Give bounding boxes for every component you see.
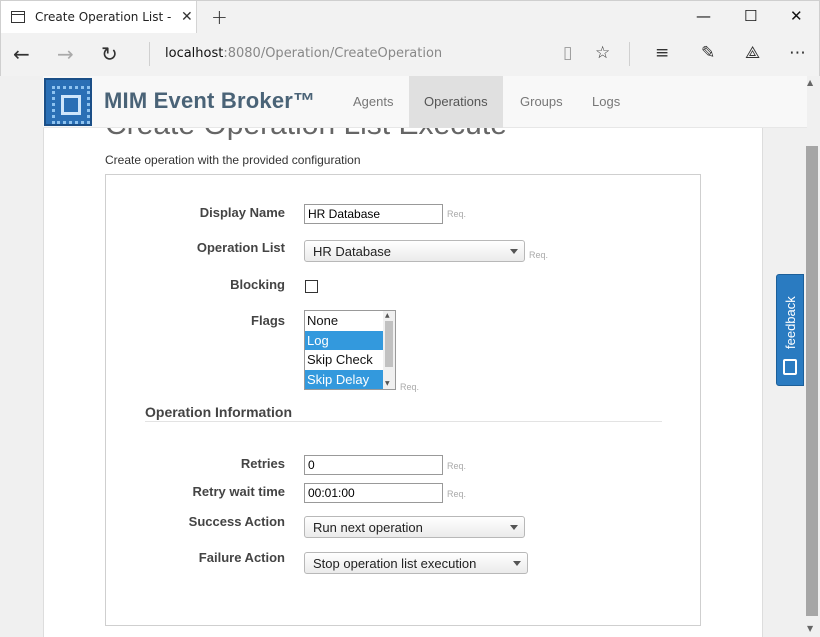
close-window-icon[interactable]: ✕ bbox=[790, 7, 803, 25]
page-scroll-thumb[interactable] bbox=[806, 146, 818, 616]
required-note: Req. bbox=[447, 489, 467, 499]
page-scrollbar[interactable]: ▲ ▼ bbox=[804, 76, 819, 637]
required-note: Req. bbox=[447, 209, 467, 219]
flags-listbox[interactable]: None Log Skip Check Skip Delay ▲ ▼ bbox=[304, 310, 396, 390]
browser-title-bar: Create Operation List - ✕ + — ☐ ✕ bbox=[0, 0, 820, 34]
refresh-icon[interactable]: ↻ bbox=[101, 42, 118, 66]
nav-logs[interactable]: Logs bbox=[577, 76, 635, 128]
failure-action-select[interactable]: Stop operation list execution bbox=[304, 552, 528, 574]
separator bbox=[629, 42, 630, 66]
success-action-label: Success Action bbox=[188, 514, 285, 529]
success-action-value: Run next operation bbox=[313, 520, 423, 535]
display-name-label: Display Name bbox=[199, 205, 285, 220]
scroll-down-icon[interactable]: ▼ bbox=[385, 380, 390, 387]
retry-wait-input[interactable]: 00:01:00 bbox=[304, 483, 443, 503]
chevron-down-icon bbox=[513, 561, 521, 566]
maximize-icon[interactable]: ☐ bbox=[744, 7, 757, 25]
display-name-input[interactable]: HR Database bbox=[304, 204, 443, 224]
page-viewport: MIM Event Broker™ Agents Operations Grou… bbox=[0, 76, 820, 637]
retries-label: Retries bbox=[240, 456, 285, 471]
operation-information-heading: Operation Information bbox=[145, 404, 292, 420]
brand-name[interactable]: MIM Event Broker™ bbox=[104, 88, 315, 114]
page-subtitle: Create operation with the provided confi… bbox=[105, 153, 361, 167]
nav-groups[interactable]: Groups bbox=[505, 76, 578, 128]
url-path: :8080/Operation/CreateOperation bbox=[223, 46, 443, 61]
flags-label: Flags bbox=[251, 313, 285, 328]
section-divider bbox=[145, 421, 662, 422]
reading-view-icon[interactable]: ▯ bbox=[563, 43, 572, 63]
back-icon[interactable]: ← bbox=[13, 42, 30, 66]
flags-scrollbar[interactable]: ▲ ▼ bbox=[383, 311, 395, 389]
required-note: Req. bbox=[400, 382, 420, 392]
blocking-checkbox[interactable] bbox=[305, 280, 318, 293]
close-tab-icon[interactable]: ✕ bbox=[181, 9, 193, 25]
more-icon[interactable]: ⋯ bbox=[789, 43, 806, 63]
nav-operations[interactable]: Operations bbox=[409, 76, 503, 128]
forward-icon[interactable]: → bbox=[57, 42, 74, 66]
flag-option-log[interactable]: Log bbox=[305, 330, 383, 350]
new-tab-icon[interactable]: + bbox=[211, 5, 228, 29]
scroll-up-icon[interactable]: ▲ bbox=[807, 78, 813, 87]
flag-option-none[interactable]: None bbox=[305, 311, 383, 331]
flag-option-skip-check[interactable]: Skip Check bbox=[305, 350, 383, 370]
feedback-label: feedback bbox=[783, 296, 798, 349]
scroll-down-icon[interactable]: ▼ bbox=[807, 624, 813, 633]
page-icon bbox=[11, 11, 25, 23]
favorite-star-icon[interactable]: ☆ bbox=[595, 43, 610, 63]
blocking-label: Blocking bbox=[230, 277, 285, 292]
scroll-up-icon[interactable]: ▲ bbox=[385, 312, 390, 319]
chevron-down-icon bbox=[510, 525, 518, 530]
url-field[interactable]: localhost:8080/Operation/CreateOperation bbox=[165, 46, 442, 61]
feedback-button[interactable]: feedback bbox=[776, 274, 804, 386]
failure-action-value: Stop operation list execution bbox=[313, 556, 477, 571]
tab-title: Create Operation List - bbox=[35, 10, 172, 24]
minimize-icon[interactable]: — bbox=[696, 7, 711, 25]
failure-action-label: Failure Action bbox=[198, 550, 285, 565]
hub-icon[interactable]: ≡ bbox=[655, 43, 669, 63]
success-action-select[interactable]: Run next operation bbox=[304, 516, 525, 538]
operation-list-label: Operation List bbox=[196, 240, 285, 255]
logo-icon[interactable] bbox=[44, 78, 92, 126]
web-note-icon[interactable]: ✎ bbox=[701, 43, 715, 63]
share-icon[interactable]: ⟁ bbox=[745, 43, 760, 63]
retry-wait-label: Retry wait time bbox=[192, 484, 285, 499]
required-note: Req. bbox=[529, 250, 549, 260]
operation-list-select[interactable]: HR Database bbox=[304, 240, 525, 262]
top-navbar: MIM Event Broker™ Agents Operations Grou… bbox=[43, 76, 807, 128]
browser-address-bar: ← → ↻ localhost:8080/Operation/CreateOpe… bbox=[0, 33, 820, 76]
browser-tab[interactable]: Create Operation List - ✕ bbox=[1, 1, 197, 34]
url-host: localhost bbox=[165, 46, 224, 61]
operation-list-value: HR Database bbox=[313, 244, 392, 259]
flags-scroll-thumb[interactable] bbox=[385, 321, 393, 367]
retries-input[interactable]: 0 bbox=[304, 455, 443, 475]
flag-option-skip-delay[interactable]: Skip Delay bbox=[305, 369, 383, 389]
chevron-down-icon bbox=[510, 249, 518, 254]
feedback-icon bbox=[783, 359, 797, 375]
required-note: Req. bbox=[447, 461, 467, 471]
separator bbox=[149, 42, 150, 66]
nav-agents[interactable]: Agents bbox=[338, 76, 408, 128]
